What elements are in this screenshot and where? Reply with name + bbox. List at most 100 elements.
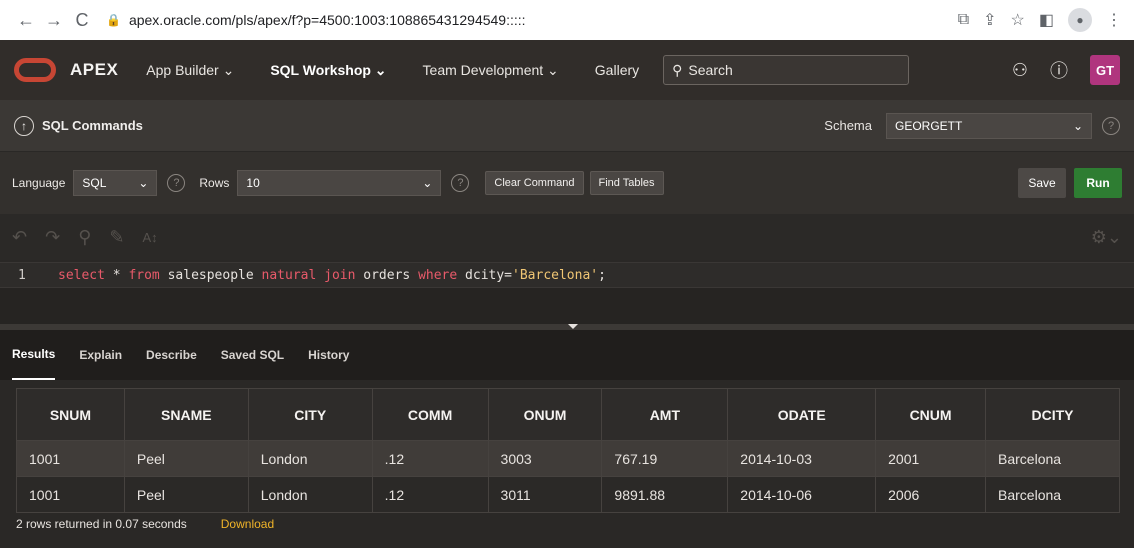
redo-icon[interactable]: ↷ <box>45 227 60 248</box>
column-header: ODATE <box>727 388 877 441</box>
apex-header: APEX App Builder ⌄ SQL Workshop ⌄ Team D… <box>0 40 1134 100</box>
editor-tools: ↶ ↷ ⚲ ✎ A↕ ⚙⌄ <box>0 214 1134 260</box>
help-icon[interactable]: ⓘ <box>1050 57 1068 83</box>
table-row: 1001 Peel London .12 3003 767.19 2014-10… <box>16 440 1120 477</box>
schema-label: Schema <box>824 118 872 133</box>
autocomplete-icon[interactable]: A↕ <box>142 230 157 245</box>
table-header-row: SNUM SNAME CITY COMM ONUM AMT ODATE CNUM… <box>16 388 1120 441</box>
cell: 2014-10-03 <box>727 440 877 477</box>
back-button[interactable]: ← <box>12 10 40 31</box>
search-input[interactable]: ⚲ Search <box>663 55 910 85</box>
cell: Peel <box>123 440 249 477</box>
tab-saved-sql[interactable]: Saved SQL <box>221 330 284 380</box>
save-button[interactable]: Save <box>1018 168 1066 198</box>
sidebar-icon[interactable]: ◧ <box>1039 10 1054 30</box>
copy-icon[interactable]: ⧉ <box>958 11 969 29</box>
page-title: SQL Commands <box>42 118 143 133</box>
search-icon: ⚲ <box>672 61 683 78</box>
undo-icon[interactable]: ↶ <box>12 227 27 248</box>
language-help-icon[interactable]: ? <box>167 174 186 192</box>
chevron-down-icon: ⌄ <box>1072 118 1083 133</box>
share-icon[interactable]: ⇪ <box>983 10 996 30</box>
lock-icon: 🔒 <box>106 13 121 27</box>
search-placeholder: Search <box>688 62 733 78</box>
rows-label: Rows <box>199 176 230 190</box>
column-header: DCITY <box>985 388 1120 441</box>
profile-icon[interactable]: ● <box>1068 8 1092 32</box>
tab-describe[interactable]: Describe <box>146 330 197 380</box>
oracle-logo-icon[interactable] <box>14 58 56 82</box>
cell: Peel <box>123 476 249 513</box>
table-row: 1001 Peel London .12 3011 9891.88 2014-1… <box>16 476 1120 513</box>
column-header: CNUM <box>875 388 987 441</box>
code-line: 1 select * from salespeople natural join… <box>0 262 1134 288</box>
cell: 1001 <box>16 476 125 513</box>
bookmark-star-icon[interactable]: ☆ <box>1011 10 1025 30</box>
command-toolbar: Language SQL ⌄ ? Rows 10 ⌄ ? Clear Comma… <box>0 152 1134 214</box>
browser-toolbar: ← → C 🔒 apex.oracle.com/pls/apex/f?p=450… <box>0 0 1134 40</box>
results-area: SNUM SNAME CITY COMM ONUM AMT ODATE CNUM… <box>0 380 1134 535</box>
column-header: COMM <box>371 388 489 441</box>
run-button[interactable]: Run <box>1074 168 1122 198</box>
cell: .12 <box>371 440 489 477</box>
cell: Barcelona <box>985 476 1120 513</box>
pane-splitter[interactable] <box>0 324 1134 330</box>
chevron-down-icon: ⌄ <box>422 176 433 190</box>
tab-results[interactable]: Results <box>12 330 56 380</box>
rows-help-icon[interactable]: ? <box>451 174 470 192</box>
menu-gallery[interactable]: Gallery <box>595 62 639 78</box>
apex-logo-text[interactable]: APEX <box>70 60 118 80</box>
cell: 2014-10-06 <box>727 476 877 513</box>
cell: Barcelona <box>985 440 1120 477</box>
menu-sql-workshop[interactable]: SQL Workshop ⌄ <box>270 62 386 79</box>
find-tables-button[interactable]: Find Tables <box>589 171 664 195</box>
column-header: SNAME <box>123 388 249 441</box>
sql-commands-bar: ↑ SQL Commands Schema GEORGETT ⌄ ? <box>0 100 1134 152</box>
cell: 2001 <box>875 440 987 477</box>
code-editor[interactable]: 1 select * from salespeople natural join… <box>0 262 1134 324</box>
schema-value: GEORGETT <box>895 118 963 133</box>
settings-gear-icon[interactable]: ⚙⌄ <box>1091 227 1122 248</box>
column-header: ONUM <box>487 388 603 441</box>
tab-history[interactable]: History <box>308 330 349 380</box>
format-icon[interactable]: ✎ <box>109 227 124 248</box>
cell: London <box>247 440 373 477</box>
forward-button[interactable]: → <box>40 10 68 31</box>
arrow-up-icon[interactable]: ↑ <box>14 115 34 136</box>
chevron-down-icon: ⌄ <box>138 176 149 190</box>
language-value: SQL <box>82 176 107 190</box>
tab-explain[interactable]: Explain <box>79 330 122 380</box>
address-bar[interactable]: 🔒 apex.oracle.com/pls/apex/f?p=4500:1003… <box>106 12 958 28</box>
rows-returned-status: 2 rows returned in 0.07 seconds <box>16 517 187 531</box>
language-label: Language <box>12 176 66 190</box>
splitter-grip-icon[interactable] <box>568 324 578 329</box>
line-number: 1 <box>18 267 26 283</box>
cell: 767.19 <box>601 440 729 477</box>
url-text: apex.oracle.com/pls/apex/f?p=4500:1003:1… <box>128 12 526 28</box>
rows-value: 10 <box>246 176 260 190</box>
results-table: SNUM SNAME CITY COMM ONUM AMT ODATE CNUM… <box>16 388 1120 513</box>
cell: 2006 <box>875 476 987 513</box>
user-admin-icon[interactable]: ⚇ <box>1012 60 1028 81</box>
reload-button[interactable]: C <box>68 10 96 31</box>
language-select[interactable]: SQL ⌄ <box>73 170 158 196</box>
rows-select[interactable]: 10 ⌄ <box>237 170 442 196</box>
avatar[interactable]: GT <box>1090 55 1120 85</box>
cell: 9891.88 <box>601 476 729 513</box>
result-footer: 2 rows returned in 0.07 seconds Download <box>16 513 1118 535</box>
schema-help-icon[interactable]: ? <box>1102 116 1120 135</box>
find-icon[interactable]: ⚲ <box>78 227 91 248</box>
column-header: AMT <box>601 388 729 441</box>
cell: 1001 <box>16 440 125 477</box>
cell: .12 <box>371 476 489 513</box>
column-header: CITY <box>247 388 373 441</box>
cell: London <box>247 476 373 513</box>
menu-app-builder[interactable]: App Builder ⌄ <box>146 62 234 79</box>
browser-menu-icon[interactable]: ⋮ <box>1106 10 1122 30</box>
menu-team-development[interactable]: Team Development ⌄ <box>423 62 559 79</box>
schema-select[interactable]: GEORGETT ⌄ <box>886 112 1092 139</box>
clear-command-button[interactable]: Clear Command <box>485 171 584 195</box>
cell: 3003 <box>487 440 603 477</box>
cell: 3011 <box>487 476 603 513</box>
download-link[interactable]: Download <box>221 517 274 531</box>
